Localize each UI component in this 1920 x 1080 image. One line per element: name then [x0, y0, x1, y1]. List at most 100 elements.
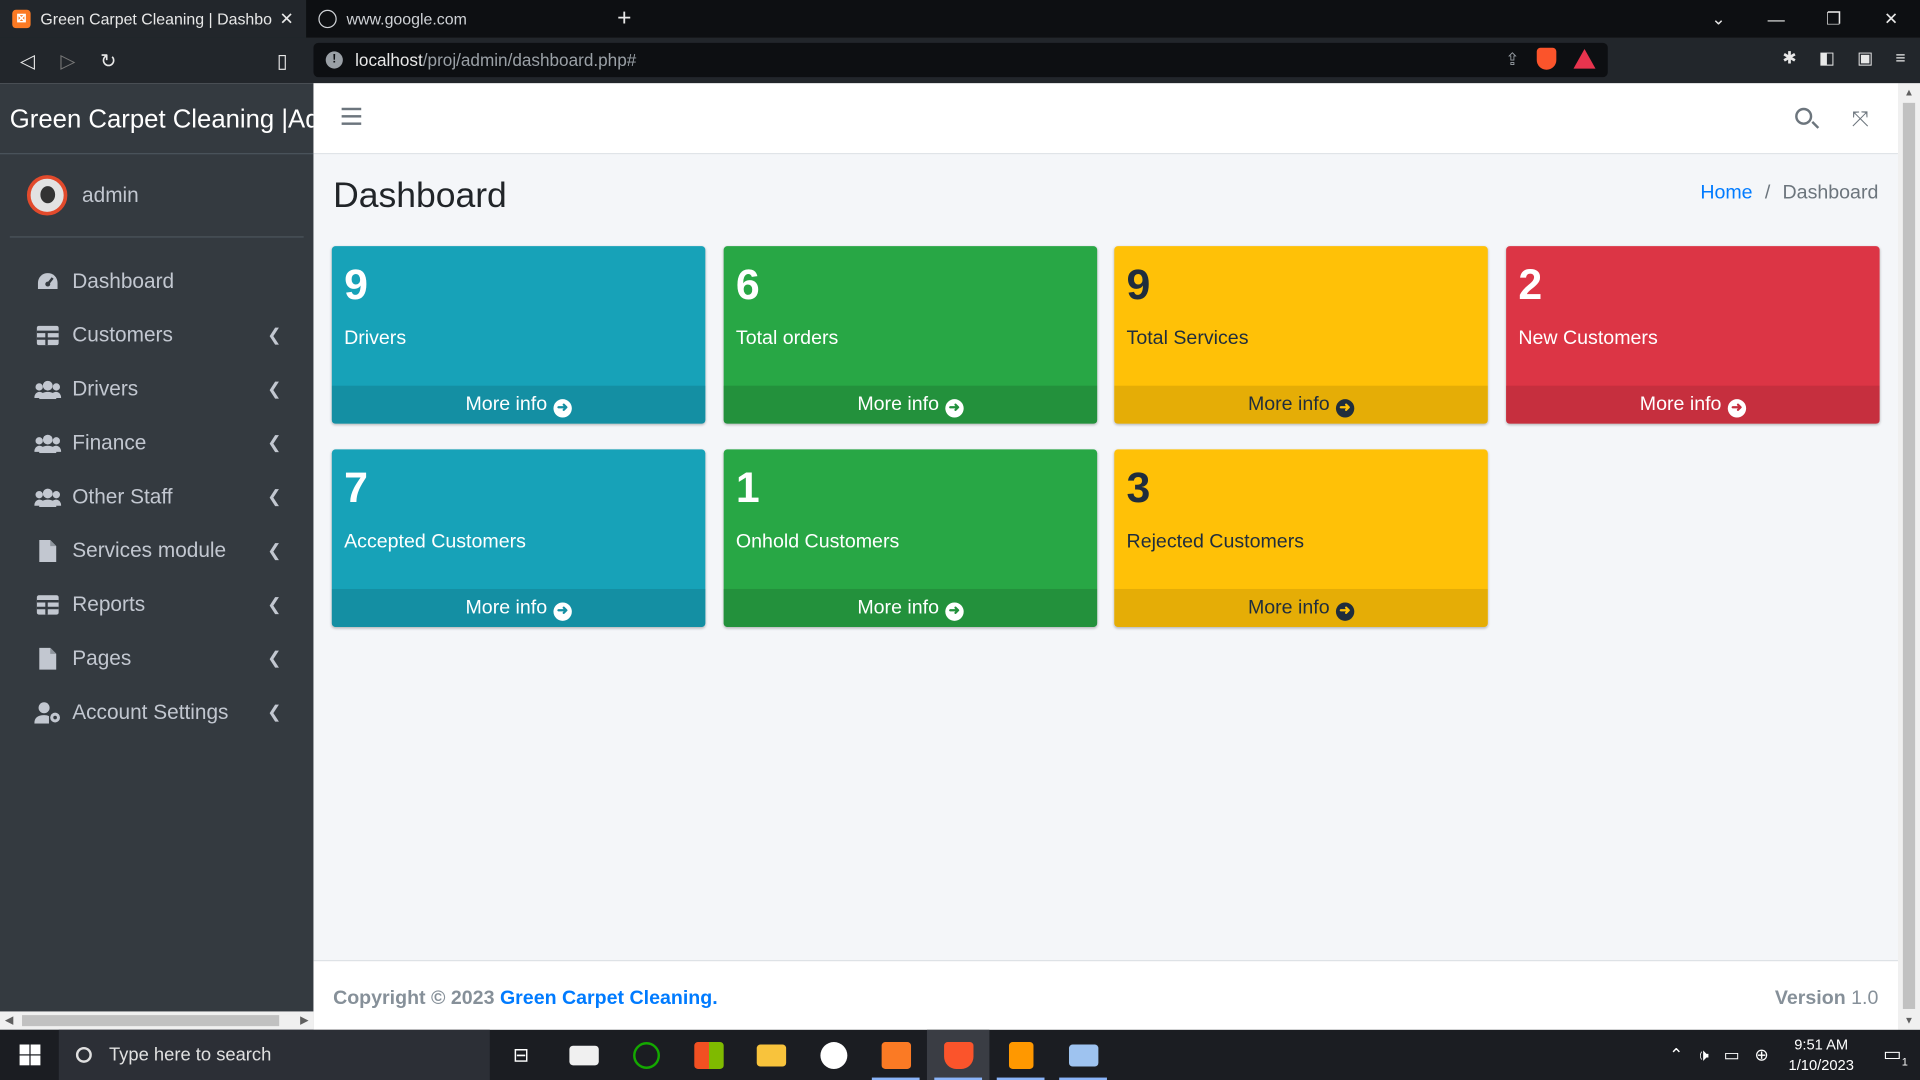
sidebar-item-services-module[interactable]: Services module ❮: [0, 524, 313, 578]
forward-button[interactable]: ▷: [48, 48, 88, 72]
stat-box-drivers: 9 Drivers More info ➜: [331, 246, 706, 424]
tab-search-icon[interactable]: ⌄: [1690, 9, 1748, 30]
scrollbar-thumb[interactable]: [1902, 102, 1916, 1009]
stat-label: Total Services: [1126, 328, 1249, 349]
stat-label: Drivers: [344, 328, 407, 349]
wallet-icon[interactable]: ▣: [1857, 48, 1873, 69]
more-info-label: More info: [465, 597, 548, 619]
sidebar-item-finance[interactable]: Finance ❮: [0, 416, 313, 470]
tab-dashboard[interactable]: ⊠ Green Carpet Cleaning | Dashboard ✕: [0, 0, 307, 38]
sidebar-item-dashboard[interactable]: Dashboard: [0, 255, 313, 309]
stat-box-total-services: 9 Total Services More info ➜: [1114, 246, 1488, 424]
windows-taskbar: Type here to search ⊟ ⌃ 🕩 ▭ ⊕ 9:51 AM 1/…: [0, 1029, 1920, 1080]
restore-button[interactable]: ❐: [1805, 9, 1863, 30]
more-info-link[interactable]: More info ➜: [1114, 588, 1488, 627]
notification-center-icon[interactable]: ▭1: [1871, 1042, 1920, 1068]
more-info-label: More info: [1247, 597, 1330, 619]
tab-google[interactable]: www.google.com: [306, 0, 600, 38]
scroll-up-icon[interactable]: ▲: [1904, 87, 1914, 98]
extensions-icon[interactable]: ✱: [1782, 48, 1796, 69]
volume-icon[interactable]: 🕩: [1698, 1044, 1709, 1065]
stat-box-total-orders: 6 Total orders More info ➜: [723, 246, 1098, 424]
tab-title: Green Carpet Cleaning | Dashboard: [40, 9, 273, 29]
breadcrumb-home-link[interactable]: Home: [1700, 182, 1752, 203]
sublime-icon: [1008, 1041, 1033, 1069]
mail-app[interactable]: [552, 1030, 614, 1080]
sidebar-item-customers[interactable]: Customers ❮: [0, 309, 313, 363]
company-link[interactable]: Green Carpet Cleaning.: [500, 988, 718, 1009]
remote-desktop-app[interactable]: [1052, 1030, 1114, 1080]
more-info-link[interactable]: More info ➜: [723, 385, 1098, 424]
sidebar-item-reports[interactable]: Reports ❮: [0, 578, 313, 632]
xampp-app[interactable]: [864, 1030, 926, 1080]
more-info-link[interactable]: More info ➜: [331, 588, 706, 627]
chevron-left-icon: ❮: [267, 701, 282, 722]
task-view-button[interactable]: ⊟: [490, 1030, 552, 1080]
file-explorer-app[interactable]: [740, 1030, 802, 1080]
sidebar-horizontal-scrollbar[interactable]: ◀ ▶: [0, 1011, 314, 1030]
page-title: Dashboard: [333, 176, 507, 216]
sublime-app[interactable]: [989, 1030, 1051, 1080]
version-number: 1.0: [1851, 988, 1879, 1009]
store-app[interactable]: [677, 1030, 739, 1080]
close-tab-icon[interactable]: ✕: [280, 9, 294, 30]
clock-date: 1/10/2023: [1788, 1056, 1854, 1074]
stat-value: 9: [1126, 260, 1151, 309]
brave-icon: [943, 1041, 973, 1069]
chevron-up-icon[interactable]: ⌃: [1669, 1044, 1683, 1065]
bookmark-icon[interactable]: ▯: [262, 48, 302, 72]
address-input[interactable]: ! localhost/proj/admin/dashboard.php# ⇪: [313, 42, 1608, 78]
back-button[interactable]: ◁: [7, 48, 47, 72]
sidebar-item-label: Customers: [72, 323, 173, 347]
page-vertical-scrollbar[interactable]: ▲ ▼: [1897, 83, 1920, 1030]
user-panel[interactable]: admin: [9, 154, 304, 238]
sidebar-item-pages[interactable]: Pages ❮: [0, 632, 313, 686]
sidebar-item-other-staff[interactable]: Other Staff ❮: [0, 470, 313, 524]
globe-icon[interactable]: ⊕: [1755, 1044, 1769, 1065]
search-icon[interactable]: [1795, 107, 1813, 125]
sidebar-menu: Dashboard Customers ❮ Drivers ❮ Finance …: [0, 255, 313, 740]
clock[interactable]: 9:51 AM 1/10/2023: [1789, 1034, 1854, 1076]
scroll-right-icon[interactable]: ▶: [300, 1014, 308, 1027]
arrow-circle-right-icon: ➜: [1335, 602, 1355, 621]
scroll-down-icon[interactable]: ▼: [1904, 1015, 1914, 1026]
word-app[interactable]: [802, 1030, 864, 1080]
fullscreen-icon[interactable]: ⤧: [1852, 108, 1869, 132]
scrollbar-thumb[interactable]: [22, 1015, 280, 1027]
upwork-app[interactable]: [615, 1030, 677, 1080]
new-tab-button[interactable]: +: [617, 5, 631, 33]
brave-shields-icon[interactable]: [1536, 47, 1557, 70]
more-info-link[interactable]: More info ➜: [331, 385, 706, 424]
minimize-button[interactable]: —: [1747, 9, 1805, 29]
windows-logo-icon: [18, 1044, 40, 1066]
stat-value: 6: [735, 260, 760, 309]
taskbar-search-input[interactable]: Type here to search: [58, 1029, 490, 1080]
user-cog-icon: [34, 702, 61, 724]
table-icon: [34, 324, 61, 346]
brand-link[interactable]: Green Carpet Cleaning |Admin: [0, 83, 314, 155]
close-window-button[interactable]: ✕: [1862, 9, 1920, 30]
chevron-left-icon: ❮: [267, 324, 282, 345]
more-info-link[interactable]: More info ➜: [1114, 385, 1488, 424]
extension-toolbar: ✱ ◧ ▣ ≡: [1782, 48, 1905, 69]
share-icon[interactable]: ⇪: [1505, 48, 1519, 69]
user-name[interactable]: admin: [82, 183, 139, 207]
brave-rewards-icon[interactable]: [1573, 48, 1596, 69]
hamburger-menu-icon[interactable]: [341, 107, 362, 125]
sidebar-item-drivers[interactable]: Drivers ❮: [0, 362, 313, 416]
browser-menu-icon[interactable]: ≡: [1895, 48, 1905, 69]
more-info-link[interactable]: More info ➜: [723, 588, 1098, 627]
scroll-left-icon[interactable]: ◀: [5, 1014, 13, 1027]
stat-value: 3: [1126, 464, 1151, 512]
sidebar-toggle-icon[interactable]: ◧: [1819, 48, 1835, 69]
start-button[interactable]: [0, 1030, 59, 1080]
stat-label: Rejected Customers: [1126, 531, 1305, 553]
brave-app[interactable]: [926, 1029, 990, 1080]
notification-count: 1: [1901, 1055, 1908, 1068]
more-info-link[interactable]: More info ➜: [1506, 385, 1880, 424]
reload-button[interactable]: ↻: [88, 48, 128, 72]
battery-icon[interactable]: ▭: [1724, 1044, 1740, 1065]
users-icon: [34, 486, 62, 508]
sidebar-item-account-settings[interactable]: Account Settings ❮: [0, 686, 313, 740]
site-info-icon[interactable]: !: [325, 51, 343, 69]
